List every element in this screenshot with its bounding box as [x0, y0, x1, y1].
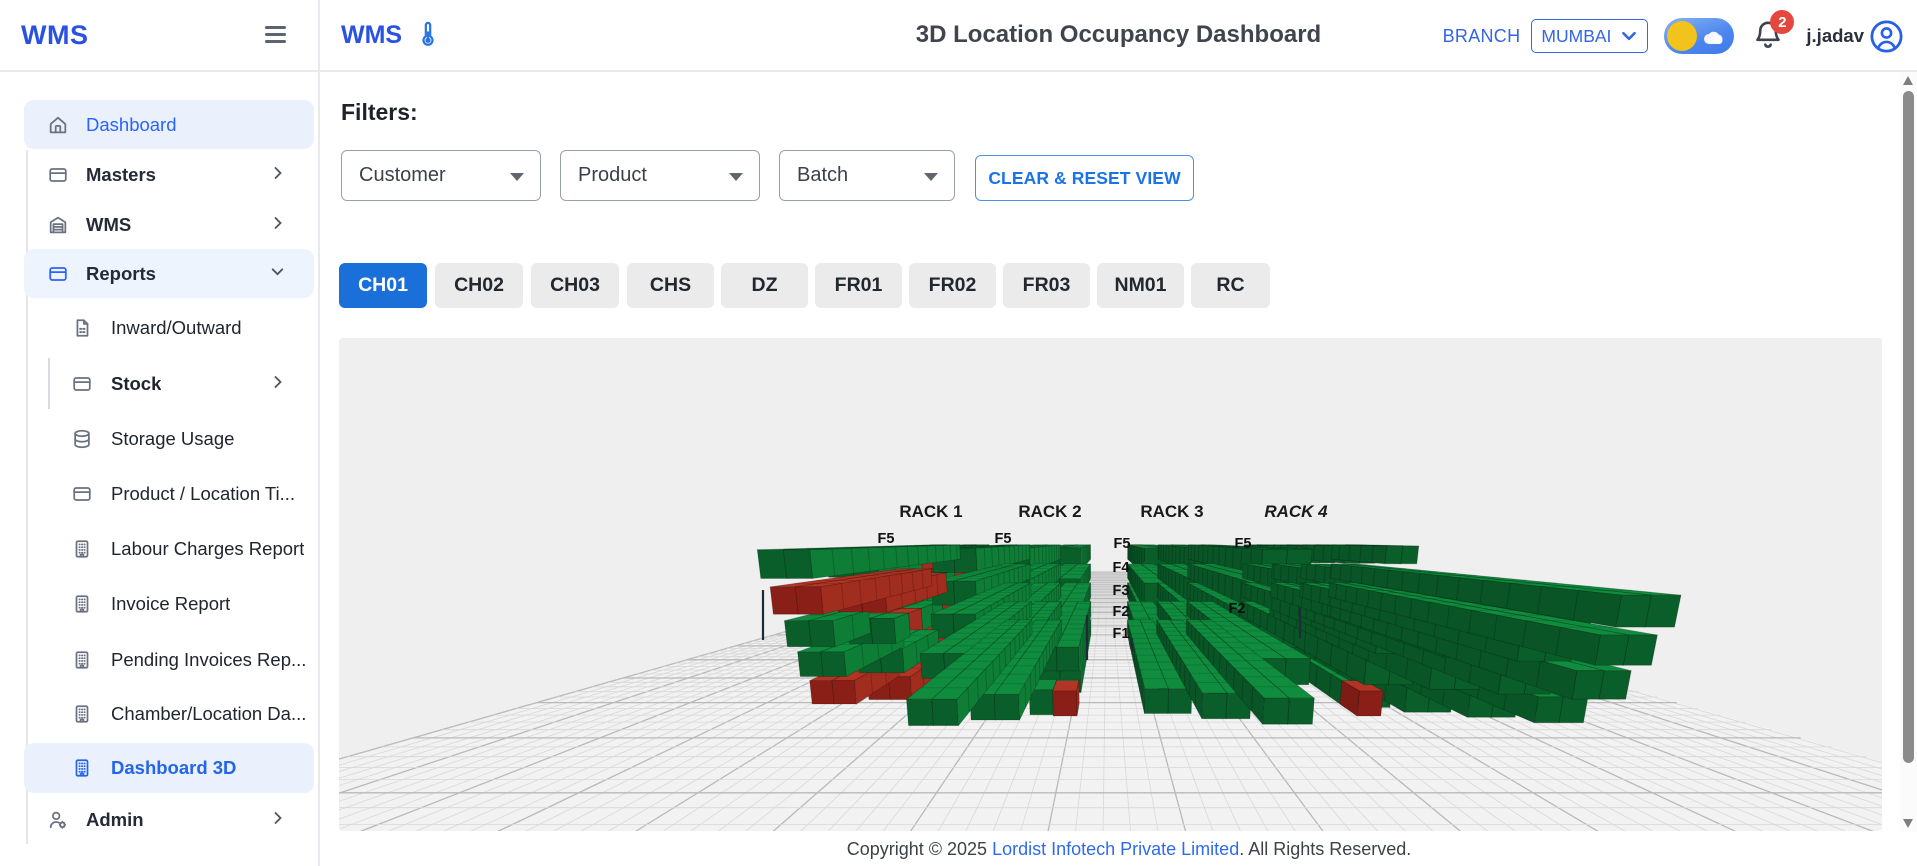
svg-text:F5: F5	[878, 531, 895, 547]
svg-text:F5: F5	[1114, 536, 1131, 552]
svg-text:F4: F4	[1113, 560, 1130, 576]
svg-text:F1: F1	[1113, 626, 1130, 642]
svg-text:RACK 4: RACK 4	[1264, 502, 1328, 521]
svg-text:RACK 2: RACK 2	[1018, 502, 1081, 521]
svg-text:F5: F5	[1235, 536, 1252, 552]
svg-text:RACK 1: RACK 1	[899, 502, 962, 521]
svg-text:F2: F2	[1113, 604, 1130, 620]
svg-text:F3: F3	[1113, 583, 1130, 599]
svg-text:F2: F2	[1229, 601, 1246, 617]
svg-text:RACK 3: RACK 3	[1140, 502, 1203, 521]
svg-text:F5: F5	[995, 531, 1012, 547]
